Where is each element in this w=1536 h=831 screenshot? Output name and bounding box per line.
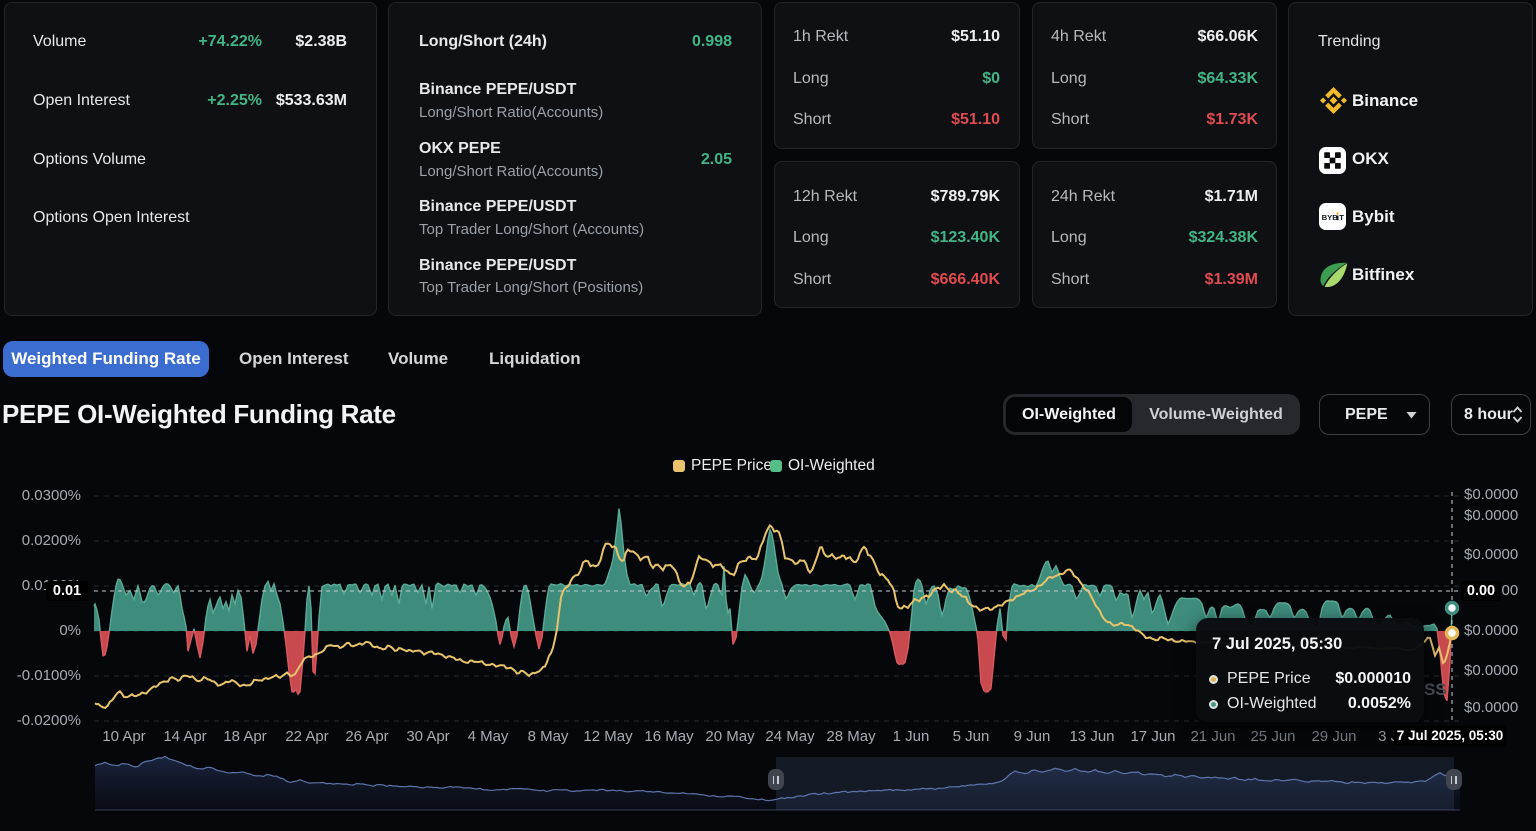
svg-text:T: T	[1339, 213, 1344, 222]
svg-text:BYB: BYB	[1322, 213, 1339, 222]
